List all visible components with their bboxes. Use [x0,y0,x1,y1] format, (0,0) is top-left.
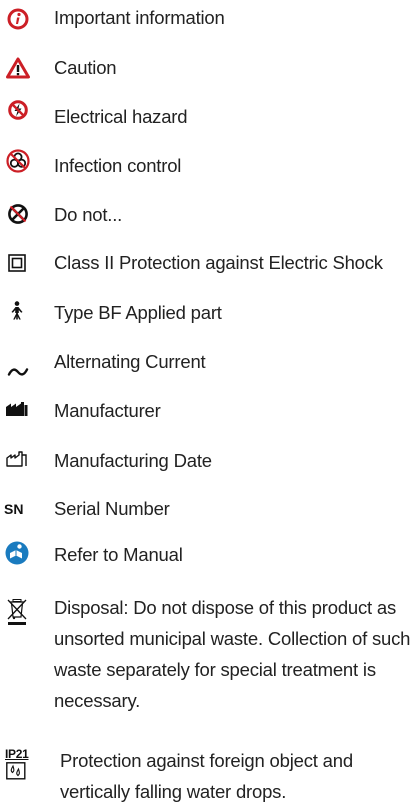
symbol-label: Do not... [54,204,123,225]
water-drops-icon [6,762,26,780]
ip21-icon: IP21 [5,747,31,781]
symbol-label: Refer to Manual [54,544,183,565]
ip21-text: IP21 [5,747,29,761]
serial-number-icon: SN [4,501,24,517]
crossed-bin-icon [7,599,27,625]
symbol-label: Protection against foreign object and ve… [60,750,353,802]
symbol-label: Alternating Current [54,351,206,372]
symbol-label: Serial Number [54,498,170,519]
manufacturing-date-icon [6,451,27,467]
important-information-icon [7,8,29,30]
factory-icon [6,402,28,416]
symbol-label: Caution [54,57,117,78]
type-bf-person-icon [11,301,23,320]
biohazard-icon [6,149,30,173]
symbol-label: Important information [54,7,225,28]
symbol-label: Electrical hazard [54,106,188,127]
symbol-label: Type BF Applied part [54,302,222,323]
do-not-icon [8,204,28,224]
symbol-label: Infection control [54,155,182,176]
symbol-label: Disposal: Do not dispose of this product… [54,597,411,711]
symbol-label: Manufacturing Date [54,450,212,471]
alternating-current-icon [7,368,29,376]
caution-triangle-icon [6,57,30,79]
manual-book-icon [5,541,29,565]
electrical-hazard-icon [8,100,28,120]
symbol-label: Manufacturer [54,400,161,421]
symbol-label: Class II Protection against Electric Sho… [54,252,383,273]
double-square-icon [8,254,26,272]
